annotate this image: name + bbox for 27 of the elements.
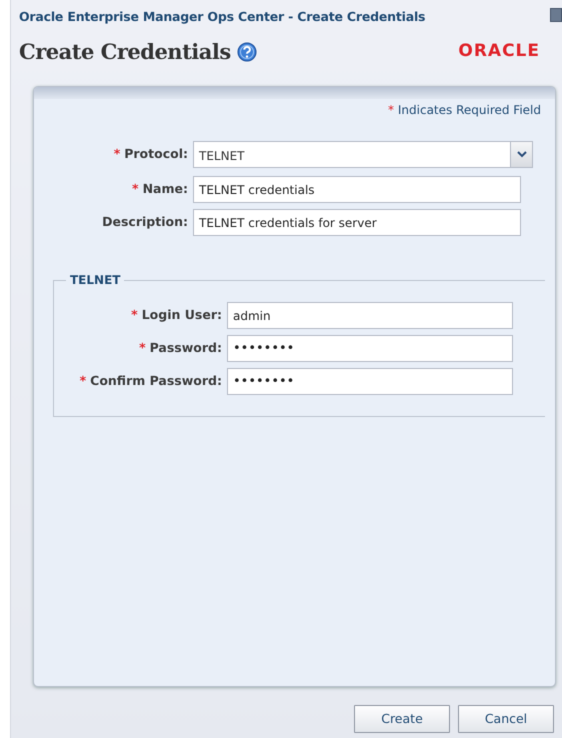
required-mark: * [131,307,138,322]
password-field[interactable]: •••••••• [227,335,513,362]
required-mark: * [139,340,146,356]
input-field[interactable]: TELNET credentials for server [193,209,521,236]
password-field[interactable]: •••••••• [227,368,513,395]
required-mark: * [132,181,139,196]
required-mark: * [114,146,120,162]
input-field[interactable]: admin [227,302,513,329]
field-label: Protocol: [124,146,188,162]
help-icon[interactable] [236,42,257,62]
required-mark: * [388,103,396,117]
field-label: Password: [150,340,222,356]
chevron-down-icon[interactable] [516,151,526,158]
required-mark: * [80,373,86,388]
required-note: Indicates Required Field [398,103,541,117]
field-label: Login User: [142,307,222,322]
field-label: Confirm Password: [90,373,222,388]
field-label: Description: [102,214,188,230]
logo: ORACLE [458,40,540,64]
field-label: Name: [142,181,188,196]
section-title: TELNET [69,274,122,286]
dialog-button[interactable]: Create [354,705,450,733]
input-field[interactable]: TELNET credentials [193,176,521,203]
page-heading: Create Credentials [19,39,231,65]
dialog-button[interactable]: Cancel [458,705,554,733]
window-title: Oracle Enterprise Manager Ops Center - Create Credentials [19,8,426,26]
protocol-dropdown[interactable]: TELNET [193,141,533,168]
